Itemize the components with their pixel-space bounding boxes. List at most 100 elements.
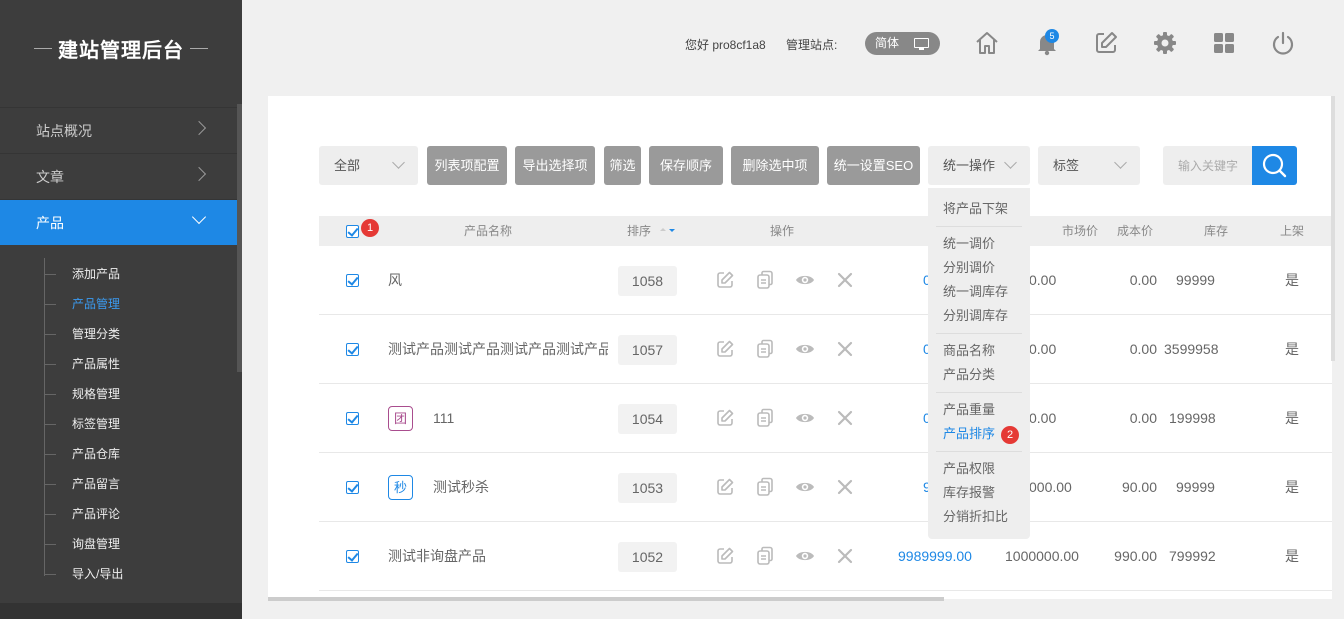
- row-checkbox[interactable]: [346, 481, 359, 494]
- panel-horizontal-scrollbar[interactable]: [268, 597, 944, 601]
- th-sort[interactable]: 排序: [627, 216, 679, 246]
- power-icon[interactable]: [1270, 30, 1296, 56]
- copy-icon[interactable]: [755, 546, 775, 566]
- subnav-messages[interactable]: 产品留言: [44, 474, 120, 494]
- menu-item-distribution-discount[interactable]: 分销折扣比: [943, 508, 1008, 526]
- onshelf-value: 是: [1285, 272, 1299, 288]
- subnav-reviews[interactable]: 产品评论: [44, 504, 120, 524]
- product-name[interactable]: 测试产品测试产品测试产品测试产品: [388, 315, 608, 384]
- delete-selected-button[interactable]: 删除选中项: [731, 146, 819, 185]
- sort-input[interactable]: 1058: [618, 266, 677, 296]
- menu-item-product-category[interactable]: 产品分类: [943, 366, 995, 384]
- site-label: 管理站点:: [786, 38, 838, 52]
- sort-input[interactable]: 1052: [618, 542, 677, 572]
- menu-divider: [936, 392, 1022, 393]
- batch-seo-button[interactable]: 统一设置SEO: [827, 146, 920, 185]
- menu-item-separate-price[interactable]: 分别调价: [943, 259, 995, 277]
- brand-label: 建站管理后台: [58, 39, 184, 62]
- eye-icon[interactable]: [795, 270, 815, 290]
- panel-vertical-scrollbar[interactable]: [1331, 96, 1335, 361]
- subnav-specs[interactable]: 规格管理: [44, 384, 120, 404]
- menu-item-separate-stock[interactable]: 分别调库存: [943, 307, 1008, 325]
- edit-icon[interactable]: [715, 477, 735, 497]
- batch-operation-select[interactable]: 统一操作: [928, 146, 1030, 185]
- row-checkbox[interactable]: [346, 412, 359, 425]
- menu-item-unified-stock[interactable]: 统一调库存: [943, 283, 1008, 301]
- tag-select[interactable]: 标签: [1038, 146, 1140, 185]
- cost-price: 0.00: [1129, 341, 1157, 357]
- close-icon[interactable]: [835, 546, 855, 566]
- product-name[interactable]: 测试非询盘产品: [388, 522, 588, 591]
- filter-all-select[interactable]: 全部: [319, 146, 418, 185]
- copy-icon[interactable]: [755, 339, 775, 359]
- eye-icon[interactable]: [795, 408, 815, 428]
- product-name[interactable]: 风: [388, 246, 588, 315]
- subnav-add-product[interactable]: 添加产品: [44, 264, 120, 284]
- sidebar-scrollbar[interactable]: [237, 104, 242, 372]
- sort-input[interactable]: 1057: [618, 335, 677, 365]
- close-icon[interactable]: [835, 408, 855, 428]
- market-price: 0.00: [1029, 272, 1057, 288]
- sort-arrows-icon: [660, 228, 676, 232]
- search-input[interactable]: [1163, 146, 1253, 185]
- export-selected-button[interactable]: 导出选择项: [515, 146, 595, 185]
- th-onshelf: 上架: [1280, 224, 1305, 238]
- eye-icon[interactable]: [795, 339, 815, 359]
- save-order-button[interactable]: 保存顺序: [649, 146, 723, 185]
- product-name[interactable]: 测试秒杀: [433, 453, 633, 522]
- onshelf-value: 是: [1285, 548, 1299, 564]
- close-icon[interactable]: [835, 339, 855, 359]
- row-checkbox[interactable]: [346, 550, 359, 563]
- copy-icon[interactable]: [755, 408, 775, 428]
- edit-icon[interactable]: [715, 270, 735, 290]
- subnav-product-manage[interactable]: 产品管理: [44, 294, 120, 314]
- close-icon[interactable]: [835, 270, 855, 290]
- chevron-down-icon: [191, 209, 207, 225]
- edit-icon[interactable]: [1093, 30, 1119, 56]
- menu-divider: [936, 226, 1022, 227]
- subnav-inquiries[interactable]: 询盘管理: [44, 534, 120, 554]
- close-icon[interactable]: [835, 477, 855, 497]
- language-switch[interactable]: 简体: [865, 32, 940, 55]
- list-config-button[interactable]: 列表项配置: [427, 146, 507, 185]
- eye-icon[interactable]: [795, 477, 815, 497]
- menu-item-unshelve[interactable]: 将产品下架: [943, 200, 1008, 218]
- product-name[interactable]: 111: [433, 384, 633, 453]
- subnav-import-export[interactable]: 导入/导出: [44, 564, 123, 584]
- filter-button[interactable]: 筛选: [604, 146, 641, 185]
- copy-icon[interactable]: [755, 270, 775, 290]
- select-all-checkbox[interactable]: [346, 225, 359, 238]
- sidebar-item-articles[interactable]: 文章: [0, 153, 242, 199]
- menu-item-product-permission[interactable]: 产品权限: [943, 460, 995, 478]
- chevron-down-icon: [1114, 156, 1127, 169]
- menu-item-unified-price[interactable]: 统一调价: [943, 235, 995, 253]
- sidebar-item-label: 站点概况: [36, 122, 92, 139]
- sort-input[interactable]: 1053: [618, 473, 677, 503]
- subnav-tags[interactable]: 标签管理: [44, 414, 120, 434]
- edit-icon[interactable]: [715, 546, 735, 566]
- sidebar-item-overview[interactable]: 站点概况: [0, 107, 242, 153]
- subnav-warehouse[interactable]: 产品仓库: [44, 444, 120, 464]
- sidebar-item-products[interactable]: 产品: [0, 199, 242, 245]
- subnav-attributes[interactable]: 产品属性: [44, 354, 120, 374]
- search-button[interactable]: [1252, 146, 1297, 185]
- edit-icon[interactable]: [715, 339, 735, 359]
- language-label: 简体: [875, 36, 900, 50]
- sort-input[interactable]: 1054: [618, 404, 677, 434]
- eye-icon[interactable]: [795, 546, 815, 566]
- menu-item-product-sort[interactable]: 产品排序: [943, 425, 995, 443]
- home-icon[interactable]: [974, 30, 1000, 56]
- chevron-down-icon: [1004, 156, 1017, 169]
- row-checkbox[interactable]: [346, 343, 359, 356]
- menu-item-stock-alert[interactable]: 库存报警: [943, 484, 995, 502]
- monitor-icon: [914, 38, 929, 50]
- row-checkbox[interactable]: [346, 274, 359, 287]
- copy-icon[interactable]: [755, 477, 775, 497]
- gear-icon[interactable]: [1152, 30, 1178, 56]
- apps-icon[interactable]: [1211, 30, 1237, 56]
- subnav-category[interactable]: 管理分类: [44, 324, 120, 344]
- menu-item-product-weight[interactable]: 产品重量: [943, 401, 995, 419]
- edit-icon[interactable]: [715, 408, 735, 428]
- menu-item-product-name[interactable]: 商品名称: [943, 342, 995, 360]
- search-icon: [1262, 153, 1287, 178]
